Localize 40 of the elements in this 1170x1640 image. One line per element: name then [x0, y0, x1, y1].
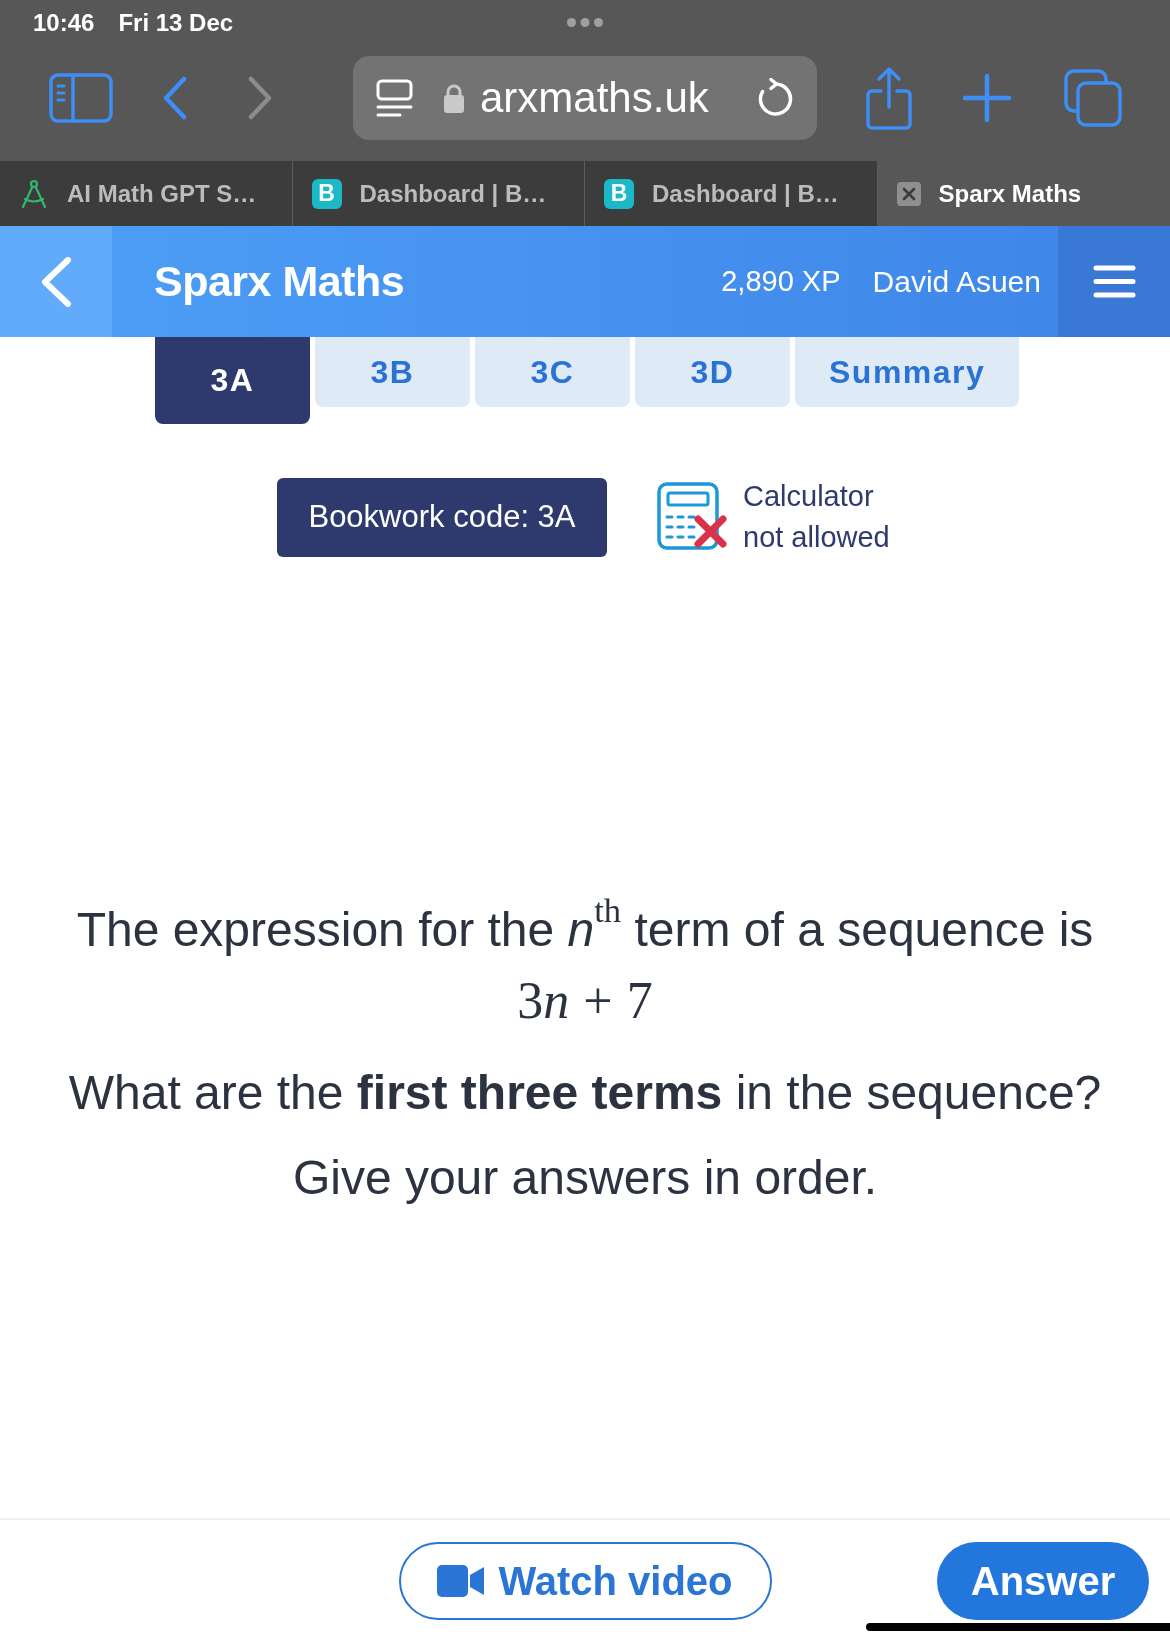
- share-icon[interactable]: [866, 66, 912, 130]
- chevron-left-icon: [40, 256, 72, 307]
- sidebar-icon[interactable]: [49, 73, 113, 123]
- plus-icon[interactable]: [962, 73, 1012, 123]
- task-tab[interactable]: 3D: [635, 337, 790, 407]
- compass-icon: [19, 178, 49, 209]
- lock-icon: [442, 83, 466, 113]
- status-date: Fri 13 Dec: [118, 8, 234, 37]
- bookwork-code-label: Bookwork code: 3A: [277, 477, 607, 557]
- menu-button[interactable]: [1058, 226, 1170, 337]
- instruction-text: Give your answers in order.: [292, 1150, 878, 1206]
- browser-tab[interactable]: Sparx Maths: [877, 161, 1170, 226]
- forward-chevron-icon[interactable]: [246, 76, 274, 120]
- xp-count: 2,890 XP: [721, 265, 841, 298]
- favicon-badge: B: [311, 178, 342, 209]
- status-time: 10:46: [33, 8, 95, 37]
- back-button[interactable]: [0, 226, 112, 337]
- menu-icon: [1092, 265, 1136, 298]
- math-expression: 3n + 7: [517, 971, 653, 1031]
- refresh-icon[interactable]: [756, 78, 795, 118]
- task-tab[interactable]: 3A: [155, 337, 310, 424]
- user-name: David Asuen: [872, 264, 1041, 299]
- reader-icon[interactable]: [376, 79, 413, 117]
- video-camera-icon: [437, 1565, 485, 1597]
- url-text: arxmaths.uk: [480, 74, 709, 122]
- app-title: Sparx Maths: [154, 257, 405, 306]
- favicon-badge: B: [604, 178, 634, 209]
- watch-video-button[interactable]: Watch video: [398, 1542, 772, 1620]
- back-chevron-icon[interactable]: [162, 76, 188, 120]
- task-tab[interactable]: Summary: [795, 337, 1020, 407]
- answer-button[interactable]: Answer: [937, 1542, 1149, 1620]
- address-bar[interactable]: arxmaths.uk: [353, 56, 817, 140]
- task-tab[interactable]: 3C: [475, 337, 630, 407]
- task-tab[interactable]: 3B: [315, 337, 470, 407]
- question-prompt: What are the first three terms in the sequence?: [68, 1065, 1102, 1121]
- more-dots-icon[interactable]: [567, 18, 603, 27]
- question-text: The expression for the n$^{th}$ term of a sequence is: [76, 898, 1094, 958]
- calculator-note: Calculator not allowed: [743, 479, 891, 555]
- tabs-overview-icon[interactable]: [1064, 69, 1122, 127]
- close-icon[interactable]: [896, 181, 921, 206]
